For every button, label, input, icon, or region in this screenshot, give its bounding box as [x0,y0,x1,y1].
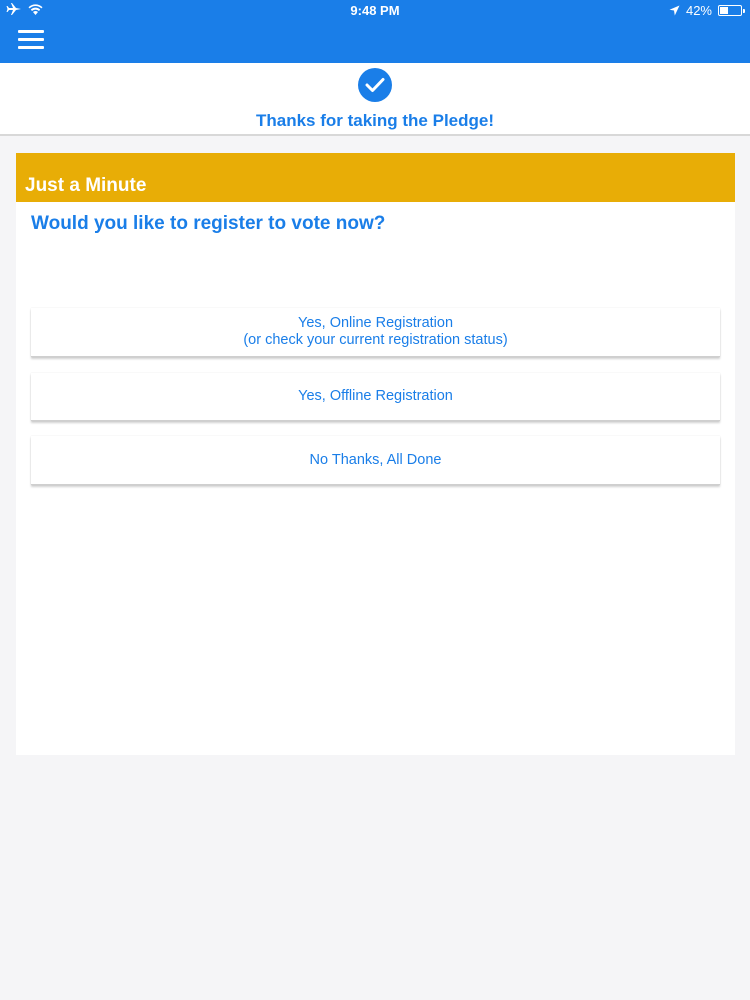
battery-icon [718,5,745,16]
menu-button[interactable] [18,30,44,50]
battery-fill [720,7,729,14]
status-bar: 9:48 PM 42% [0,0,750,20]
pledge-title: Thanks for taking the Pledge! [255,111,495,130]
status-time: 9:48 PM [350,3,400,18]
online-registration-sublabel: (or check your current registration stat… [243,332,508,348]
location-arrow-icon [669,5,680,16]
status-right: 42% [669,3,745,18]
offline-registration-button[interactable]: Yes, Offline Registration [31,373,720,421]
pledge-confirmation: Thanks for taking the Pledge! [0,63,750,136]
check-circle-icon [358,68,392,102]
battery-percent: 42% [685,3,712,18]
hamburger-icon-line [18,38,44,41]
hamburger-icon [18,30,44,33]
card-header: Just a Minute [16,153,735,202]
offline-registration-label: Yes, Offline Registration [298,388,453,404]
register-card: Just a Minute Would you like to register… [16,153,735,755]
no-thanks-button[interactable]: No Thanks, All Done [31,436,720,485]
card-question: Would you like to register to vote now? [31,213,386,234]
online-registration-button[interactable]: Yes, Online Registration (or check your … [31,308,720,357]
checkmark-icon [365,78,385,92]
hamburger-icon-line [18,46,44,49]
card-title: Just a Minute [25,175,147,196]
no-thanks-label: No Thanks, All Done [309,451,442,468]
top-app-bar: 9:48 PM 42% [0,0,750,63]
online-registration-label: Yes, Online Registration [297,315,454,331]
